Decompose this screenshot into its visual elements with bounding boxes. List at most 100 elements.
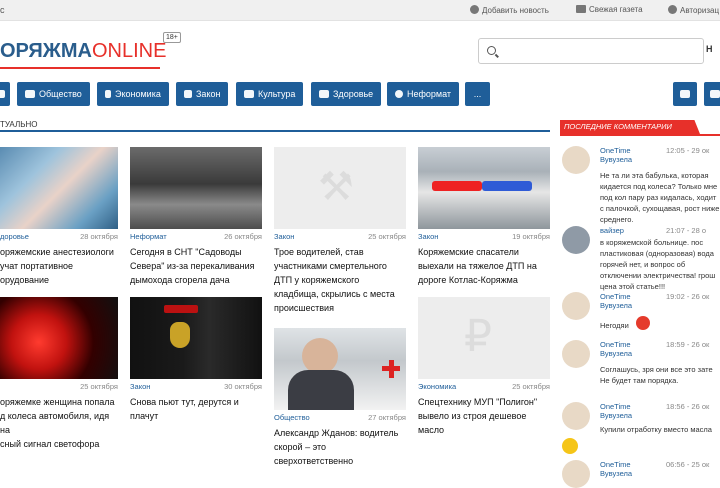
logo-part1: ОРЯЖМА xyxy=(0,40,92,62)
newspaper-icon xyxy=(576,5,586,13)
avatar[interactable] xyxy=(562,340,590,368)
fresh-paper-link[interactable]: Свежая газета xyxy=(576,5,643,14)
nav-item-society[interactable]: Общество xyxy=(17,82,90,106)
comment-user[interactable]: OneTime Вувузела xyxy=(600,402,632,420)
comment-text[interactable]: Не та ли эта бабулька, которая кидается … xyxy=(600,170,720,225)
comment-text[interactable]: Купили отработку вместо масла xyxy=(600,424,720,435)
comment-text[interactable]: Негодяи xyxy=(600,320,720,331)
article-title[interactable]: Трое водителей, став участниками смертел… xyxy=(274,245,406,315)
article-title[interactable]: Коряжемские спасатели выехали на тяжелое… xyxy=(418,245,550,287)
smile-emoji-icon xyxy=(562,438,578,454)
article-category[interactable]: Неформат xyxy=(130,232,167,241)
nav-item-economy[interactable]: Экономика xyxy=(97,82,169,106)
angry-emoji-icon xyxy=(636,316,650,330)
article-title[interactable]: Снова пьют тут, дерутся и плачут xyxy=(130,395,262,423)
nav-item-neformat[interactable]: Неформат xyxy=(387,82,460,106)
article-title[interactable]: оряжемские анестезиологи учат портативно… xyxy=(0,245,118,287)
comment-user[interactable]: OneTime Вувузела xyxy=(600,460,632,478)
article-date: 25 октября xyxy=(368,232,406,241)
article-date: 25 октября xyxy=(80,382,118,391)
nav-label: Культура xyxy=(258,89,296,99)
article-title-text: Спецтехнику МУП "Полигон" вывело из стро… xyxy=(418,397,538,435)
article-image[interactable] xyxy=(0,147,118,229)
section-header: ТУАЛЬНО xyxy=(0,120,550,132)
comment-user[interactable]: OneTime Вувузела xyxy=(600,292,632,310)
add-news-label: Добавить новость xyxy=(482,6,549,15)
auth-link[interactable]: Авторизац xyxy=(668,5,719,15)
topbar-left-text: c xyxy=(0,5,5,15)
comment-time: 18:59 - 26 ок xyxy=(666,340,710,349)
logo-part2: ONLINE xyxy=(91,40,167,62)
article-image-placeholder[interactable]: ₽ xyxy=(418,297,550,379)
avatar[interactable] xyxy=(562,460,590,488)
article-date: 19 октября xyxy=(512,232,550,241)
comment-text[interactable]: в коряжемской больнице. пос пластиковая … xyxy=(600,237,720,292)
nav-label: Экономика xyxy=(115,89,161,99)
nav-item-health[interactable]: Здоровье xyxy=(311,82,382,106)
comment-user[interactable]: OneTime Вувузела xyxy=(600,146,632,164)
comment-time: 18:56 - 26 ок xyxy=(666,402,710,411)
article-category[interactable]: Общество xyxy=(274,413,310,422)
gavel-icon: ⚒ xyxy=(318,165,354,209)
article-image[interactable] xyxy=(130,297,262,379)
article-image[interactable] xyxy=(130,147,262,229)
search-input[interactable] xyxy=(478,38,704,64)
article-title[interactable]: оряжемке женщина попала д колеса автомоб… xyxy=(0,395,118,451)
user-icon xyxy=(668,5,677,14)
article-image[interactable] xyxy=(418,147,550,229)
article-category[interactable]: Закон xyxy=(130,382,150,391)
avatar[interactable] xyxy=(562,292,590,320)
nav-item-culture[interactable]: Культура xyxy=(236,82,304,106)
article-title-text: Александр Жданов: водитель скорой – это … xyxy=(274,428,399,466)
article-image[interactable] xyxy=(0,297,118,379)
add-news-link[interactable]: Добавить новость xyxy=(470,5,549,15)
article-category[interactable]: доровье xyxy=(0,232,29,241)
article-image[interactable] xyxy=(274,328,406,410)
article-title-text: Сегодня в СНТ "Садоводы Севера" из-за пе… xyxy=(130,247,255,285)
article-title[interactable]: Сегодня в СНТ "Садоводы Севера" из-за пе… xyxy=(130,245,262,287)
section-title: ТУАЛЬНО xyxy=(0,120,38,129)
sidebar-title: ПОСЛЕДНИЕ КОММЕНТАРИИ xyxy=(560,120,700,134)
article-image-placeholder[interactable]: ⚒ xyxy=(274,147,406,229)
sidebar-underline xyxy=(560,134,720,136)
logo-underline xyxy=(0,67,160,69)
article-title[interactable]: Спецтехнику МУП "Полигон" вывело из стро… xyxy=(418,395,550,437)
rss-button[interactable] xyxy=(673,82,697,106)
article-date: 25 октября xyxy=(512,382,550,391)
avatar[interactable] xyxy=(562,146,590,174)
home-button[interactable] xyxy=(0,82,10,106)
comment-user[interactable]: OneTime Вувузела xyxy=(600,340,632,358)
search-button[interactable]: Н xyxy=(706,44,713,54)
search-icon xyxy=(487,46,496,55)
avatar[interactable] xyxy=(562,226,590,254)
nav-item-law[interactable]: Закон xyxy=(176,82,229,106)
article-category[interactable]: Закон xyxy=(274,232,294,241)
article-category[interactable]: Экономика xyxy=(418,382,456,391)
nav-more-button[interactable]: ... xyxy=(465,82,490,106)
nav-label: Здоровье xyxy=(333,89,374,99)
nav-label: Неформат xyxy=(407,89,452,99)
site-logo[interactable]: ОРЯЖМАONLINE xyxy=(0,40,166,63)
comment-time: 19:02 - 26 ок xyxy=(666,292,710,301)
article-date: 28 октября xyxy=(80,232,118,241)
handshake-icon xyxy=(25,90,35,98)
article-date: 27 октября xyxy=(368,413,406,422)
comment-text[interactable]: Соглашусь, зря они все это зате Не будет… xyxy=(600,364,720,386)
auth-label: Авторизац xyxy=(680,6,720,15)
comment-time: 12:05 - 29 ок xyxy=(666,146,710,155)
article-title[interactable]: Александр Жданов: водитель скорой – это … xyxy=(274,426,406,468)
article-category[interactable]: Закон xyxy=(418,232,438,241)
museum-icon xyxy=(244,90,254,98)
article-title-text: оряжемские анестезиологи учат портативно… xyxy=(0,247,114,285)
nav-label: Общество xyxy=(39,89,82,99)
rss-icon xyxy=(680,90,690,98)
comment-time: 06:56 - 25 ок xyxy=(666,460,710,469)
comment-time: 21:07 - 28 о xyxy=(666,226,707,235)
ruble-icon: ₽ xyxy=(464,312,492,361)
avatar[interactable] xyxy=(562,402,590,430)
gavel-icon xyxy=(184,90,192,98)
comment-user[interactable]: вайзер xyxy=(600,226,624,235)
top-bar: c Добавить новость Свежая газета Авториз… xyxy=(0,0,720,21)
article-date: 30 октября xyxy=(224,382,262,391)
vk-button[interactable] xyxy=(704,82,720,106)
